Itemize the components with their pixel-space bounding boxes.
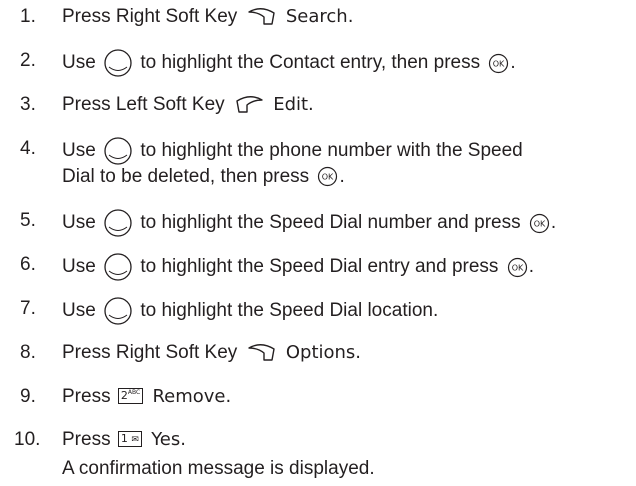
key-2-icon: 2ABC [117,387,144,404]
svg-text:OK: OK [511,263,523,272]
step-text-before: Press Right Soft Key [62,342,238,363]
step-note: A confirmation message is displayed. [62,458,375,479]
step-text-after: . [339,166,345,187]
ok-key-icon: OK [317,166,338,187]
step-text: Use to highlight the phone number with t… [62,136,523,166]
step-number: 7. [20,298,36,319]
step-text-mid: to highlight the phone number with the S… [140,140,523,162]
step-number: 6. [20,254,36,275]
step-text-before: Press [62,429,111,450]
nav-key-icon [103,48,133,78]
step-text-after: Remove. [152,386,232,407]
step-text-after: . [550,212,557,234]
step-number: 3. [20,94,36,115]
nav-key-icon [103,208,133,238]
step-number: 2. [20,50,36,71]
step-text-before: Use [62,52,96,74]
nav-key-icon [103,136,133,166]
ok-key-icon: OK [507,257,528,278]
step-text-after: Search. [285,6,354,27]
svg-text:OK: OK [493,59,505,68]
nav-key-icon [103,296,133,326]
step-text: Use to highlight the Speed Dial location… [62,296,438,326]
step-text-mid: to highlight the Contact entry, then pre… [140,52,481,74]
step-text-before: Press Right Soft Key [62,6,238,27]
step-text-mid: to highlight the Speed Dial location. [140,300,439,322]
svg-text:OK: OK [322,173,334,182]
step-text-mid: to highlight the Speed Dial number and p… [140,212,521,234]
instruction-page: 1. Press Right Soft Key Search. 2. Use t… [0,0,636,486]
step-text: Use to highlight the Speed Dial number a… [62,208,556,238]
ok-key-icon: OK [529,213,550,234]
step-text: Use to highlight the Contact entry, then… [62,48,516,78]
svg-text:OK: OK [534,219,546,228]
step-text-after: . [528,256,534,278]
step-number: 10. [14,429,41,450]
ok-key-icon: OK [488,53,509,74]
step-text-continuation: Dial to be deleted, then press [62,166,310,187]
step-number: 5. [20,210,36,231]
key-1-icon: 1 ✉ [117,430,142,447]
step-text: Press 2ABC Remove. [62,384,231,410]
step-text-before: Use [62,140,96,162]
step-number: 8. [20,342,36,363]
step-text: Press Left Soft Key Edit. [62,92,314,118]
step-10: 10. Press 1 ✉ Yes. A confirmation messag… [0,427,636,485]
step-number: 9. [20,386,36,407]
right-soft-key-icon [247,6,277,28]
step-text-after: . [510,52,516,74]
step-text-after: Edit. [273,94,314,115]
step-text-after: Options. [285,342,362,363]
step-number: 1. [20,6,36,27]
step-text-before: Use [62,300,96,322]
step-text: Press 1 ✉ Yes. [62,427,186,453]
right-soft-key-icon [247,342,277,364]
step-text: Press Right Soft Key Options. [62,340,361,366]
left-soft-key-icon [234,94,264,116]
step-text-line2: Dial to be deleted, then press OK . [62,164,345,190]
nav-key-icon [103,252,133,282]
step-text-before: Press [62,386,111,407]
step-text: Use to highlight the Speed Dial entry an… [62,252,534,282]
step-number: 4. [20,138,36,159]
step-4: 4. Use to highlight the phone number wit… [0,136,636,194]
step-text: Press Right Soft Key Search. [62,4,353,30]
step-text-before: Use [62,212,96,234]
step-text-before: Use [62,256,96,278]
step-text-after: Yes. [151,429,186,450]
step-text-mid: to highlight the Speed Dial entry and pr… [140,256,499,278]
step-text-before: Press Left Soft Key [62,94,225,115]
